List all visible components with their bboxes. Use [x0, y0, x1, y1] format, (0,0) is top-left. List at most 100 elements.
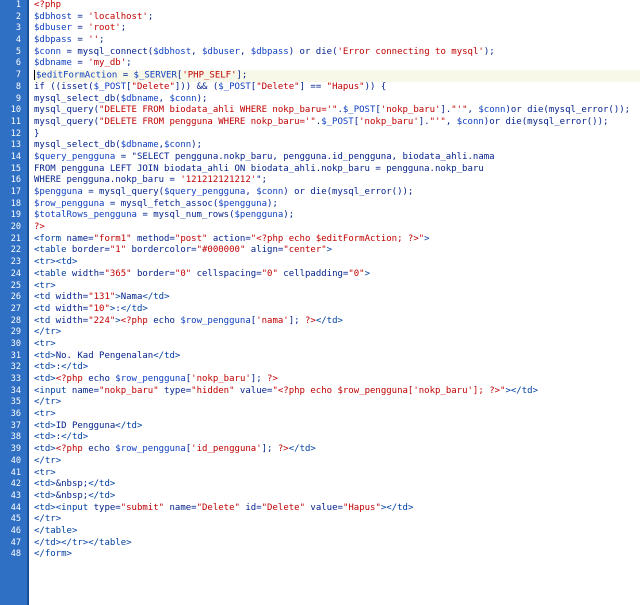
line-number: 29: [10, 327, 21, 338]
code-line[interactable]: <td><?php echo $row_pengguna['id_penggun…: [34, 444, 640, 456]
line-number: 34: [10, 385, 21, 396]
line-number: 11: [10, 116, 21, 127]
code-line[interactable]: $editFormAction = $_SERVER['PHP_SELF'];: [34, 70, 640, 82]
code-line[interactable]: </table>: [34, 526, 640, 538]
line-number: 19: [10, 210, 21, 221]
code-line[interactable]: <td width="224"><?php echo $row_pengguna…: [34, 316, 640, 328]
line-number: 26: [10, 292, 21, 303]
code-line[interactable]: mysql_query("DELETE FROM biodata_ahli WH…: [34, 105, 640, 117]
code-line[interactable]: <td>:</td>: [34, 362, 640, 374]
line-number: 3: [15, 23, 21, 34]
line-number: 9: [15, 93, 21, 104]
line-number: 8: [15, 81, 21, 92]
text-caret: [34, 70, 35, 81]
line-number: 25: [10, 280, 21, 291]
code-line[interactable]: $pengguna = mysql_query($query_pengguna,…: [34, 187, 640, 199]
line-number: 10: [10, 105, 21, 116]
line-number: 7: [15, 70, 21, 81]
code-line[interactable]: </form>: [34, 549, 640, 561]
line-number: 48: [10, 549, 21, 560]
line-number: 1: [15, 0, 21, 10]
code-line[interactable]: mysql_select_db($dbname,$conn);: [34, 140, 640, 152]
code-line[interactable]: $dbuser = 'root';: [34, 23, 640, 35]
line-number: 5: [15, 46, 21, 57]
line-number: 4: [15, 35, 21, 46]
line-number: 22: [10, 245, 21, 256]
line-number: 31: [10, 350, 21, 361]
line-number: 42: [10, 479, 21, 490]
code-line[interactable]: <tr>: [34, 281, 640, 293]
line-number: 20: [10, 222, 21, 233]
code-line[interactable]: <td><?php echo $row_pengguna['nokp_baru'…: [34, 374, 640, 386]
code-line[interactable]: <?php: [34, 0, 640, 12]
code-line[interactable]: $dbname = 'my_db';: [34, 58, 640, 70]
line-number: 46: [10, 525, 21, 536]
code-line[interactable]: </tr>: [34, 514, 640, 526]
line-number: 40: [10, 455, 21, 466]
code-line[interactable]: }: [34, 129, 640, 141]
line-number: 14: [10, 151, 21, 162]
line-number: 33: [10, 374, 21, 384]
code-line[interactable]: <input name="nokp_baru" type="hidden" va…: [34, 386, 640, 398]
code-line[interactable]: $dbpass = '';: [34, 35, 640, 47]
line-number: 36: [10, 409, 21, 420]
line-number: 38: [10, 432, 21, 443]
code-line[interactable]: <td>&nbsp;</td>: [34, 479, 640, 491]
code-line[interactable]: WHERE pengguna.nokp_baru = '121212121212…: [34, 175, 640, 187]
code-line[interactable]: <td width="131">Nama</td>: [34, 292, 640, 304]
code-editor[interactable]: 1 2 3 4 5 6 7 8 9 10 11 12 13 14 15 16 17 18 19 20 21 22 23 24 2…: [0, 0, 640, 605]
line-number: 18: [10, 198, 21, 209]
code-line[interactable]: <tr>: [34, 468, 640, 480]
code-line[interactable]: $query_pengguna = "SELECT pengguna.nokp_…: [34, 152, 640, 164]
code-line[interactable]: </td></tr></table>: [34, 538, 640, 550]
line-number: 27: [10, 303, 21, 314]
code-line[interactable]: if ((isset($_POST["Delete"])) && ($_POST…: [34, 82, 640, 94]
code-line[interactable]: <tr><td>: [34, 257, 640, 269]
line-number: 2: [15, 11, 21, 22]
code-line[interactable]: <td>No. Kad Pengenalan</td>: [34, 351, 640, 363]
line-number: 21: [10, 233, 21, 244]
code-line[interactable]: <td>&nbsp;</td>: [34, 491, 640, 503]
line-number: 43: [10, 490, 21, 501]
line-number: 23: [10, 257, 21, 268]
line-number: 41: [10, 467, 21, 478]
line-number: 44: [10, 502, 21, 513]
line-number: 37: [10, 420, 21, 431]
code-line[interactable]: ?>: [34, 222, 640, 234]
code-line[interactable]: <td width="10">:</td>: [34, 304, 640, 316]
line-number-gutter: 1 2 3 4 5 6 7 8 9 10 11 12 13 14 15 16 17 18 19 20 21 22 23 24 2…: [0, 0, 29, 605]
line-number: 28: [10, 315, 21, 326]
code-line[interactable]: $totalRows_pengguna = mysql_num_rows($pe…: [34, 210, 640, 222]
line-number: 12: [10, 128, 21, 139]
line-number: 13: [10, 140, 21, 151]
line-number: 6: [15, 58, 21, 69]
code-line[interactable]: mysql_select_db($dbname, $conn);: [34, 94, 640, 106]
line-number: 16: [10, 175, 21, 186]
line-number: 24: [10, 268, 21, 279]
code-line[interactable]: </tr>: [34, 397, 640, 409]
line-number: 17: [10, 187, 21, 197]
code-line[interactable]: </tr>: [34, 456, 640, 468]
line-number: 15: [10, 163, 21, 174]
code-line[interactable]: <tr>: [34, 409, 640, 421]
code-line[interactable]: $row_pengguna = mysql_fetch_assoc($pengg…: [34, 199, 640, 211]
code-line[interactable]: <form name="form1" method="post" action=…: [34, 234, 640, 246]
code-line[interactable]: <td><input type="submit" name="Delete" i…: [34, 503, 640, 515]
code-line[interactable]: mysql_query("DELETE FROM pengguna WHERE …: [34, 117, 640, 129]
code-line[interactable]: <td>ID Pengguna</td>: [34, 421, 640, 433]
code-line[interactable]: <table width="365" border="0" cellspacin…: [34, 269, 640, 281]
line-number: 47: [10, 537, 21, 548]
line-number: 39: [10, 444, 21, 455]
code-area[interactable]: <?php $dbhost = 'localhost'; $dbuser = 'ro…: [29, 0, 640, 605]
code-line[interactable]: $dbhost = 'localhost';: [34, 12, 640, 24]
code-line[interactable]: FROM pengguna LEFT JOIN biodata_ahli ON …: [34, 164, 640, 176]
code-line[interactable]: </tr>: [34, 327, 640, 339]
line-number: 35: [10, 397, 21, 408]
code-line[interactable]: <table border="1" bordercolor="#000000" …: [34, 245, 640, 257]
code-line[interactable]: <tr>: [34, 339, 640, 351]
code-line[interactable]: $conn = mysql_connect($dbhost, $dbuser, …: [34, 47, 640, 59]
line-number: 30: [10, 338, 21, 349]
code-line[interactable]: <td>:</td>: [34, 432, 640, 444]
line-number: 32: [10, 362, 21, 373]
line-number: 45: [10, 514, 21, 525]
